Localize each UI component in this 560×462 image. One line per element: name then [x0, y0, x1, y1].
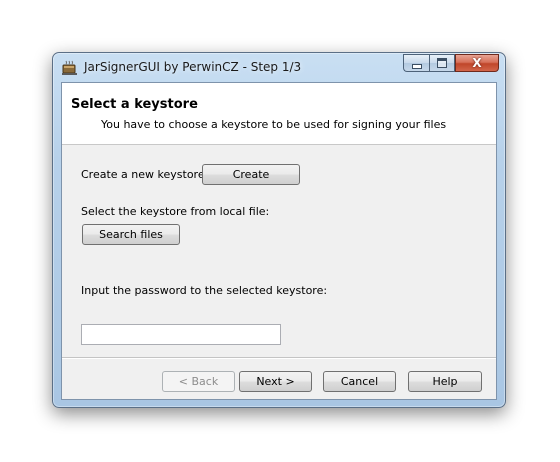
dialog-window: JarSignerGUI by PerwinCZ - Step 1/3 X Se… [52, 52, 506, 408]
step-header: Select a keystore You have to choose a k… [62, 83, 496, 145]
search-files-button[interactable]: Search files [82, 224, 180, 245]
caption-buttons: X [403, 54, 499, 74]
password-label: Input the password to the selected keyst… [81, 284, 328, 297]
close-icon: X [472, 56, 482, 70]
window-title: JarSignerGUI by PerwinCZ - Step 1/3 [84, 60, 302, 74]
maximize-button[interactable] [429, 54, 455, 72]
maximize-icon [437, 58, 447, 68]
next-button[interactable]: Next > [239, 371, 312, 392]
cancel-button[interactable]: Cancel [323, 371, 396, 392]
title-bar[interactable]: JarSignerGUI by PerwinCZ - Step 1/3 X [53, 53, 505, 82]
step-title: Select a keystore [71, 97, 198, 112]
java-cup-icon [62, 60, 78, 75]
select-keystore-label: Select the keystore from local file: [81, 205, 270, 218]
minimize-icon [411, 63, 422, 69]
back-button[interactable]: < Back [162, 371, 235, 392]
close-button[interactable]: X [455, 54, 499, 72]
password-field[interactable] [81, 324, 281, 345]
dialog-content: Select a keystore You have to choose a k… [61, 82, 497, 400]
help-button[interactable]: Help [408, 371, 482, 392]
footer-separator [62, 357, 496, 359]
step-description: You have to choose a keystore to be used… [101, 118, 447, 131]
create-keystore-label: Create a new keystore: [81, 168, 209, 181]
minimize-button[interactable] [403, 54, 429, 72]
create-button[interactable]: Create [202, 164, 300, 185]
